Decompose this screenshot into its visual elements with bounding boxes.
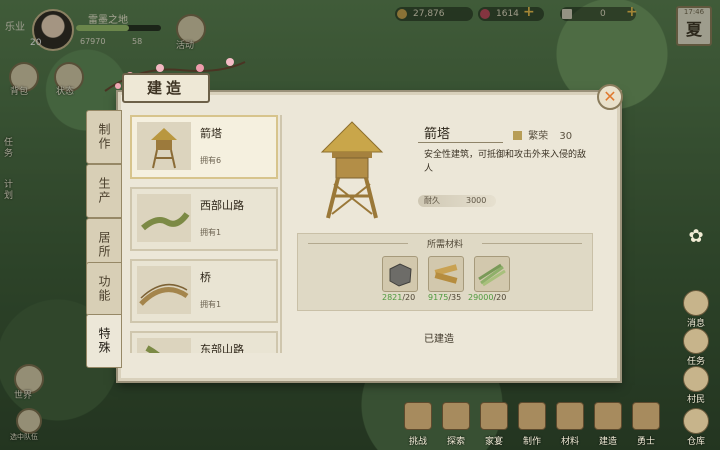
item-owned: 拥有1 <box>200 228 222 237</box>
wood-icon <box>434 264 458 284</box>
challenge-icon <box>404 402 432 430</box>
bottom-label: 材料 <box>560 437 579 447</box>
prosperity-icon <box>513 131 522 140</box>
bottom-btn-banquet[interactable]: 家宴 <box>476 400 512 450</box>
bottom-label: 挑战 <box>408 437 427 447</box>
message-icon <box>683 290 709 316</box>
need-count: /35 <box>448 293 462 302</box>
build-status: 已建造 <box>424 334 454 345</box>
villager-icon <box>683 366 709 392</box>
prosperity-label: 繁荣 <box>528 131 549 142</box>
dialog-title: 建造 <box>122 73 210 103</box>
list-item[interactable]: 东部山路 <box>130 331 278 353</box>
item-owned: 拥有1 <box>200 300 222 309</box>
list-item[interactable]: 箭塔 拥有6 <box>130 115 278 179</box>
arrow-tower-thumb-icon <box>137 122 191 170</box>
material-icon <box>556 402 584 430</box>
have-count: 2821 <box>382 293 403 302</box>
bottom-btn-craft[interactable]: 制作 <box>514 400 550 450</box>
bridge-thumb-icon <box>137 266 191 314</box>
bottom-btn-explore[interactable]: 探索 <box>438 400 474 450</box>
banquet-icon <box>480 402 508 430</box>
hero-icon <box>632 402 660 430</box>
materials-title: 所需材料 <box>298 237 592 250</box>
need-count: /20 <box>402 293 416 302</box>
item-name: 东部山路 <box>200 343 244 353</box>
item-owned: 拥有6 <box>200 156 222 165</box>
mountain-road-thumb-icon <box>137 194 191 242</box>
stone-icon <box>389 263 412 287</box>
bottom-label: 建造 <box>598 437 617 447</box>
explore-icon <box>442 402 470 430</box>
flower-icon: ✿ <box>688 226 704 247</box>
material-count: 2821/20 <box>382 293 415 302</box>
tab-craft[interactable]: 制作 <box>86 110 122 164</box>
craft-icon <box>518 402 546 430</box>
bottom-label: 家宴 <box>484 437 503 447</box>
bamboo-icon <box>478 263 506 287</box>
bottom-btn-challenge[interactable]: 挑战 <box>400 400 436 450</box>
building-list[interactable]: 箭塔 拥有6 西部山路 拥有1 桥 拥有1 东部山路 <box>130 115 282 353</box>
prosperity: 繁荣 30 <box>513 127 572 142</box>
tab-function[interactable]: 功能 <box>86 262 122 316</box>
item-name: 箭塔 <box>200 127 222 140</box>
have-count: 29000 <box>468 293 494 302</box>
right-flower-button[interactable]: ✿ <box>683 226 709 247</box>
tab-production[interactable]: 生产 <box>86 164 122 218</box>
bottom-bar: 挑战 探索 家宴 制作 材料 建造 勇士 <box>390 400 720 450</box>
task-icon <box>683 328 709 354</box>
material-count: 9175/35 <box>428 293 461 302</box>
durability-bar: 耐久 3000 <box>418 195 496 207</box>
durability-label: 耐久 <box>424 196 440 205</box>
item-name: 西部山路 <box>200 199 244 212</box>
mountain-road-thumb-icon <box>137 338 191 353</box>
bottom-btn-build[interactable]: 建造 <box>590 400 626 450</box>
have-count: 9175 <box>428 293 449 302</box>
material-slot[interactable] <box>428 256 464 292</box>
bottom-label: 勇士 <box>636 437 655 447</box>
building-name: 箭塔 <box>424 127 451 142</box>
item-name: 桥 <box>200 271 211 284</box>
right-btn-task[interactable]: 任务 <box>683 328 709 367</box>
build-icon <box>594 402 622 430</box>
tab-special[interactable]: 特殊 <box>86 314 122 368</box>
material-count: 29000/20 <box>468 293 506 302</box>
materials-panel: 所需材料 2821/20 9175/35 29000/20 <box>297 233 593 311</box>
need-count: /20 <box>493 293 507 302</box>
bottom-label: 制作 <box>522 437 541 447</box>
close-button[interactable]: ✕ <box>597 84 623 110</box>
durability-value: 3000 <box>466 196 487 205</box>
material-slot[interactable] <box>474 256 510 292</box>
bottom-btn-hero[interactable]: 勇士 <box>628 400 664 450</box>
name-underline <box>418 142 503 143</box>
list-item[interactable]: 桥 拥有1 <box>130 259 278 323</box>
list-item[interactable]: 西部山路 拥有1 <box>130 187 278 251</box>
bottom-btn-material[interactable]: 材料 <box>552 400 588 450</box>
bottom-label: 探索 <box>446 437 465 447</box>
arrow-tower-icon <box>320 121 384 219</box>
right-btn-message[interactable]: 消息 <box>683 290 709 329</box>
building-description: 安全性建筑，可抵御和攻击外来入侵的敌人 <box>424 150 587 174</box>
material-slot[interactable] <box>382 256 418 292</box>
prosperity-value: 30 <box>559 131 573 142</box>
